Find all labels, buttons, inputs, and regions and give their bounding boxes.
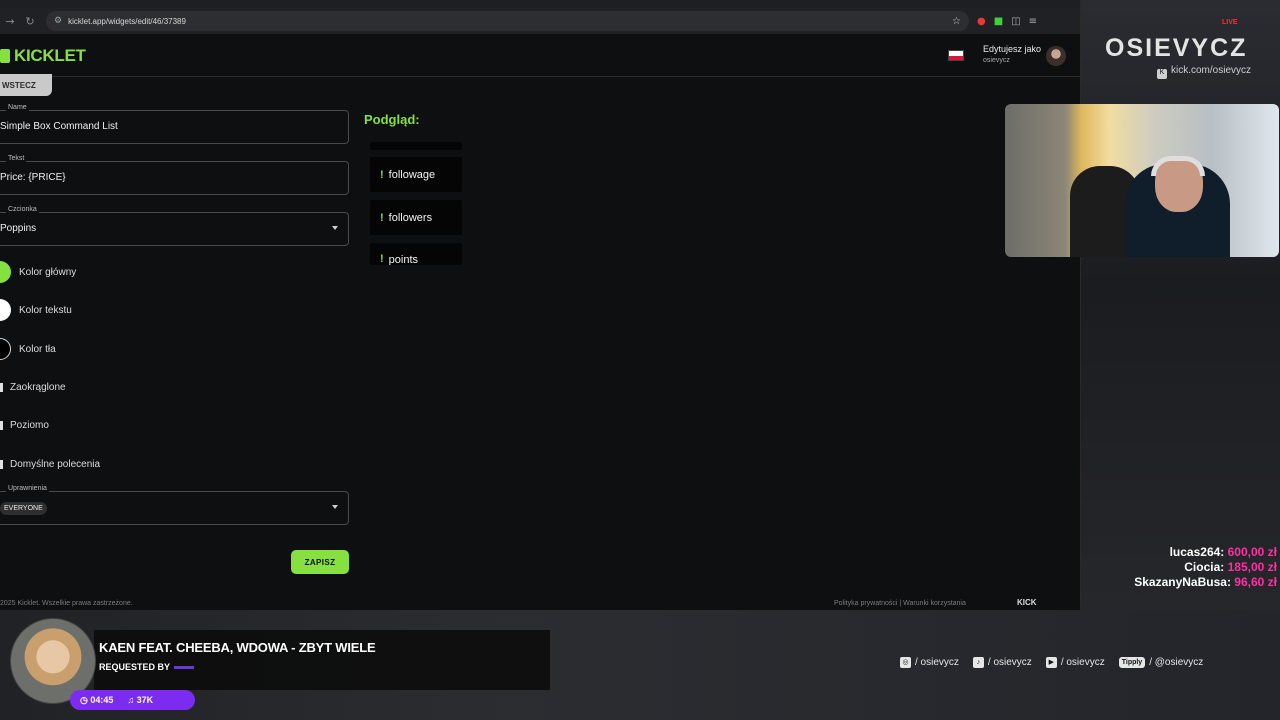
preview-item: ! followage <box>370 157 462 192</box>
webcam-feed <box>1005 104 1279 257</box>
name-label: Name <box>6 104 29 111</box>
social-youtube: ▶ / osievycz <box>1045 657 1105 668</box>
editing-user: osievycz <box>983 57 1010 64</box>
requested-by: REQUESTED BY <box>99 662 195 672</box>
social-tiktok: ♪ / osievycz <box>972 657 1032 668</box>
song-title: KAEN FEAT. CHEEBA, WDOWA - ZBYT WIELE <box>99 640 376 655</box>
chevron-down-icon <box>332 226 338 230</box>
main-color-label: Kolor główny <box>19 266 77 278</box>
donation-row: lucas264: 600,00 zł <box>1169 545 1277 559</box>
app-header: KICKLET Edytujesz jako osievycz <box>0 34 1080 77</box>
preview-title: Podgląd: <box>364 112 420 127</box>
extensions-bar: ● ■ ◫ ≡ <box>977 16 1037 27</box>
logo-text: KICKLET <box>14 46 86 65</box>
text-field[interactable]: Tekst Price: {PRICE} <box>0 155 349 195</box>
color-swatch[interactable] <box>0 299 11 321</box>
url-field[interactable]: ⚙ kicklet.app/widgets/edit/46/37389 ☆ <box>46 11 969 31</box>
browser-window: → ↻ ⚙ kicklet.app/widgets/edit/46/37389 … <box>0 0 1081 610</box>
background-color-label: Kolor tła <box>19 343 56 355</box>
address-bar: → ↻ ⚙ kicklet.app/widgets/edit/46/37389 … <box>0 8 1080 34</box>
copyright: 2025 Kicklet. Wszelkie prawa zastrzeżone… <box>0 600 133 607</box>
checkbox[interactable] <box>0 460 3 469</box>
tiktok-icon: ♪ <box>972 657 984 668</box>
tipply-icon: Tipply <box>1118 657 1146 668</box>
preview-item: ! points <box>370 243 462 265</box>
preview-command: followage <box>388 168 436 181</box>
extension-icon[interactable]: ■ <box>994 16 1003 27</box>
checkbox[interactable] <box>0 421 3 430</box>
preview-item: ! followers <box>370 200 462 235</box>
text-value: Price: {PRICE} <box>0 172 66 183</box>
menu-icon[interactable]: ≡ <box>1029 16 1037 27</box>
extension-icon[interactable]: ◫ <box>1011 16 1020 27</box>
text-label: Tekst <box>6 155 27 162</box>
url-text: kicklet.app/widgets/edit/46/37389 <box>68 16 186 26</box>
forward-icon[interactable]: → <box>0 15 20 28</box>
rounded-label: Zaokrąglone <box>10 382 66 393</box>
social-tipply: Tipply / @osievycz <box>1118 657 1203 668</box>
back-button[interactable]: WSTECZ <box>0 74 52 96</box>
editing-as: Edytujesz jako osievycz <box>983 44 1041 64</box>
permissions-label: Uprawnienia <box>6 485 49 492</box>
reload-icon[interactable]: ↻ <box>20 15 40 28</box>
chevron-down-icon <box>332 505 338 509</box>
main-color-picker[interactable]: Kolor główny <box>0 261 76 283</box>
font-select[interactable]: Czcionka Poppins <box>0 206 349 246</box>
horizontal-checkbox[interactable]: Poziomo <box>0 420 49 431</box>
donation-row: SkazanyNaBusa: 96,60 zł <box>1134 575 1277 589</box>
exclamation-icon: ! <box>380 168 384 181</box>
color-swatch[interactable] <box>0 261 11 283</box>
background-color-picker[interactable]: Kolor tła <box>0 338 56 360</box>
rounded-checkbox[interactable]: Zaokrąglone <box>0 382 66 393</box>
font-value: Poppins <box>0 223 37 234</box>
polish-flag-icon[interactable] <box>948 50 964 61</box>
kick-icon: K <box>1157 69 1167 79</box>
editing-label: Edytujesz jako <box>983 44 1042 54</box>
kick-link: Kkick.com/osievycz <box>1157 65 1251 79</box>
logo-icon <box>0 49 10 63</box>
social-instagram: ◎ / osievycz <box>900 657 959 668</box>
preview-item-partial <box>370 142 462 150</box>
tab-strip <box>0 0 1080 8</box>
kicklet-logo[interactable]: KICKLET <box>0 46 86 66</box>
social-links: ◎ / osievycz ♪ / osievycz ▶ / osievycz Tipp… <box>900 657 1203 668</box>
star-icon[interactable]: ☆ <box>952 16 961 27</box>
extension-icon[interactable]: ● <box>977 16 986 27</box>
youtube-icon: ▶ <box>1045 657 1057 668</box>
live-badge: LIVE <box>1222 19 1238 26</box>
permissions-select[interactable]: Uprawnienia EVERYONE <box>0 485 349 525</box>
font-label: Czcionka <box>6 206 39 213</box>
name-field[interactable]: Name Simple Box Command List <box>0 104 349 144</box>
song-stats: ◷ 04:45 ♫ 37K <box>70 690 195 710</box>
preview-command: points <box>388 254 419 265</box>
exclamation-icon: ! <box>380 253 384 265</box>
default-commands-checkbox[interactable]: Domyślne polecenia <box>0 459 100 470</box>
default-commands-label: Domyślne polecenia <box>10 459 101 470</box>
kick-link-text: kick.com/osievycz <box>1171 65 1252 76</box>
now-playing-panel <box>94 630 550 690</box>
horizontal-label: Poziomo <box>10 420 49 431</box>
streamer-brand: OSIEVYCZ <box>1105 34 1248 62</box>
preview-command: followers <box>388 211 433 224</box>
footer-links[interactable]: Polityka prywatności | Warunki korzystan… <box>834 600 966 607</box>
save-button[interactable]: ZAPISZ <box>291 550 349 574</box>
donation-list: lucas264: 600,00 zł Ciocia: 185,00 zł Sk… <box>1134 545 1277 590</box>
name-value: Simple Box Command List <box>0 121 118 132</box>
avatar[interactable] <box>1046 46 1066 66</box>
exclamation-icon: ! <box>380 211 384 224</box>
discord-kick-icons[interactable]: KICK <box>1017 598 1037 607</box>
checkbox[interactable] <box>0 383 3 392</box>
headphones <box>1151 156 1205 176</box>
music-note-icon: ♫ 37K <box>127 695 154 705</box>
text-color-picker[interactable]: Kolor tekstu <box>0 299 72 321</box>
instagram-icon: ◎ <box>900 657 911 668</box>
permission-chip: EVERYONE <box>0 502 47 515</box>
site-info-icon[interactable]: ⚙ <box>54 16 62 26</box>
donation-row: Ciocia: 185,00 zł <box>1184 560 1277 574</box>
text-color-label: Kolor tekstu <box>19 304 72 316</box>
color-swatch[interactable] <box>0 338 11 360</box>
clock-icon: ◷ 04:45 <box>80 694 114 705</box>
